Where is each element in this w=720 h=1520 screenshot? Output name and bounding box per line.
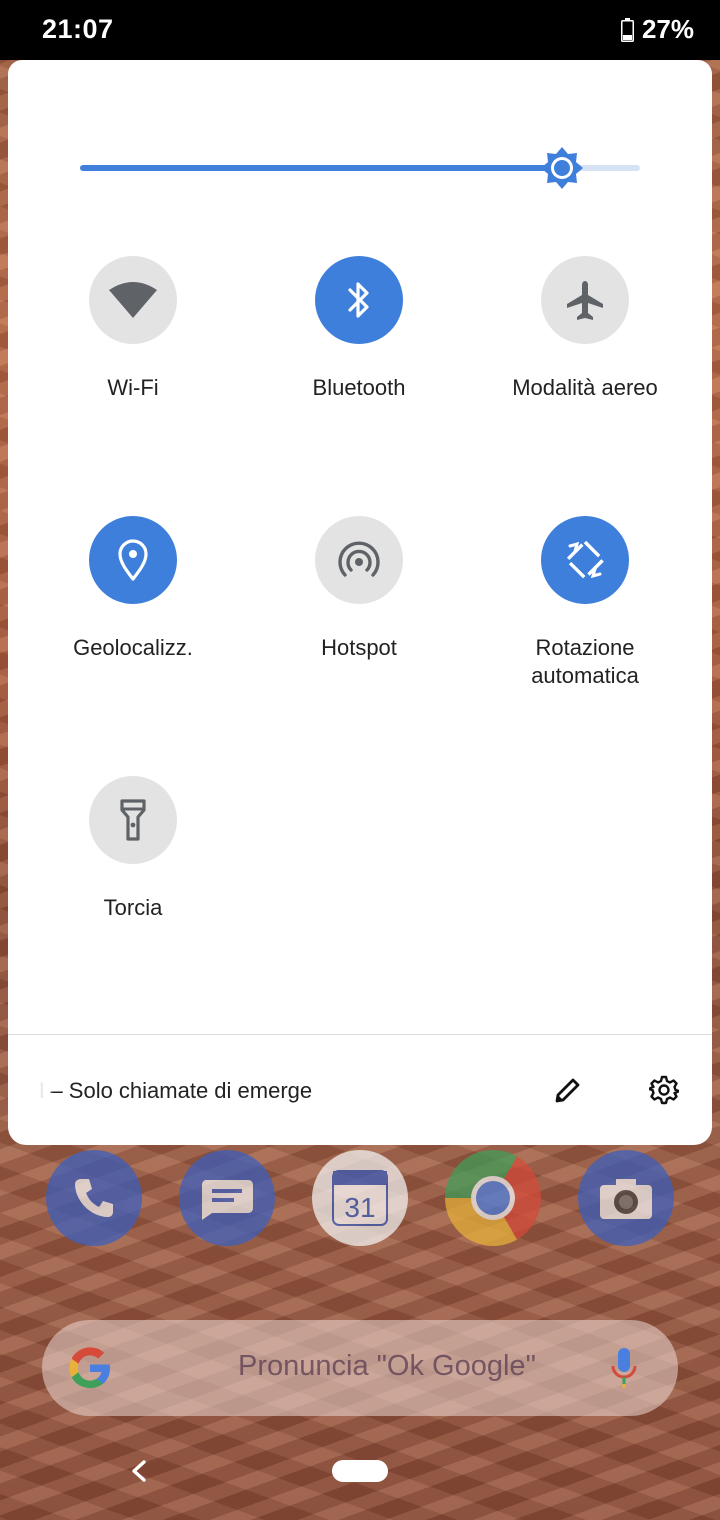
tile-wifi-label: Wi-Fi: [107, 375, 159, 400]
tile-wifi-button[interactable]: [89, 256, 177, 344]
tile-flashlight-label: Torcia: [103, 895, 163, 920]
tile-airplane-mode[interactable]: Modalità aereo: [472, 256, 698, 456]
pencil-icon: [555, 1078, 580, 1103]
tile-auto-rotate-label: Rotazione automatica: [531, 635, 639, 688]
camera-app-icon[interactable]: [578, 1150, 674, 1246]
edit-button[interactable]: [548, 1070, 588, 1110]
tile-wifi[interactable]: Wi-Fi: [20, 256, 246, 456]
brightness-thumb-icon[interactable]: [540, 146, 584, 190]
tile-airplane-button[interactable]: [541, 256, 629, 344]
flashlight-icon: [120, 799, 146, 841]
tile-auto-rotate-button[interactable]: [541, 516, 629, 604]
phone-app-icon[interactable]: [46, 1150, 142, 1246]
messages-app-icon[interactable]: [179, 1150, 275, 1246]
calendar-date-label: 31: [344, 1192, 375, 1223]
brightness-slider[interactable]: [80, 147, 640, 189]
status-bar: 21:07 27%: [0, 0, 720, 60]
back-icon[interactable]: [126, 1454, 152, 1488]
chrome-app-icon[interactable]: [445, 1150, 541, 1246]
tile-bluetooth-button[interactable]: [315, 256, 403, 344]
battery-icon: [620, 17, 634, 42]
calendar-app-icon[interactable]: 31: [312, 1150, 408, 1246]
google-search-bar[interactable]: Pronuncia "Ok Google": [42, 1320, 678, 1416]
tile-airplane-label: Modalità aereo: [512, 375, 658, 400]
status-time: 21:07: [42, 14, 114, 44]
footer-divider: [8, 1034, 712, 1035]
tile-hotspot-label: Hotspot: [321, 635, 397, 660]
settings-button[interactable]: [644, 1070, 684, 1110]
battery-percentage: 27%: [641, 14, 694, 44]
auto-rotate-icon: [565, 540, 605, 580]
home-button[interactable]: [332, 1460, 388, 1482]
app-dock: 31: [0, 1148, 720, 1248]
status-right: 27%: [620, 14, 694, 45]
bluetooth-icon: [348, 282, 369, 318]
quick-settings-panel: Wi-Fi Bluetooth Modalità aereo Geolocali…: [8, 60, 712, 1145]
hotspot-icon: [338, 541, 380, 577]
tile-location-button[interactable]: [89, 516, 177, 604]
gear-icon: [649, 1075, 679, 1105]
microphone-icon[interactable]: [610, 1346, 638, 1390]
tile-location[interactable]: Geolocalizz.: [20, 516, 246, 716]
wifi-icon: [109, 282, 157, 318]
google-logo-icon: [69, 1347, 110, 1388]
tile-flashlight-button[interactable]: [89, 776, 177, 864]
tile-flashlight[interactable]: Torcia: [20, 776, 246, 976]
tile-hotspot[interactable]: Hotspot: [246, 516, 472, 716]
search-placeholder: Pronuncia "Ok Google": [238, 1350, 536, 1382]
brightness-fill: [80, 165, 562, 171]
tile-bluetooth-label: Bluetooth: [312, 375, 406, 400]
location-icon: [118, 539, 148, 581]
airplane-icon: [567, 281, 603, 320]
tile-location-label: Geolocalizz.: [73, 635, 193, 660]
carrier-status-text: M – Solo chiamate di emerge: [40, 1074, 360, 1108]
carrier-status-label: M – Solo chiamate di emerge: [40, 1078, 313, 1103]
tile-auto-rotate[interactable]: Rotazione automatica: [472, 516, 698, 716]
tile-bluetooth[interactable]: Bluetooth: [246, 256, 472, 456]
tile-hotspot-button[interactable]: [315, 516, 403, 604]
